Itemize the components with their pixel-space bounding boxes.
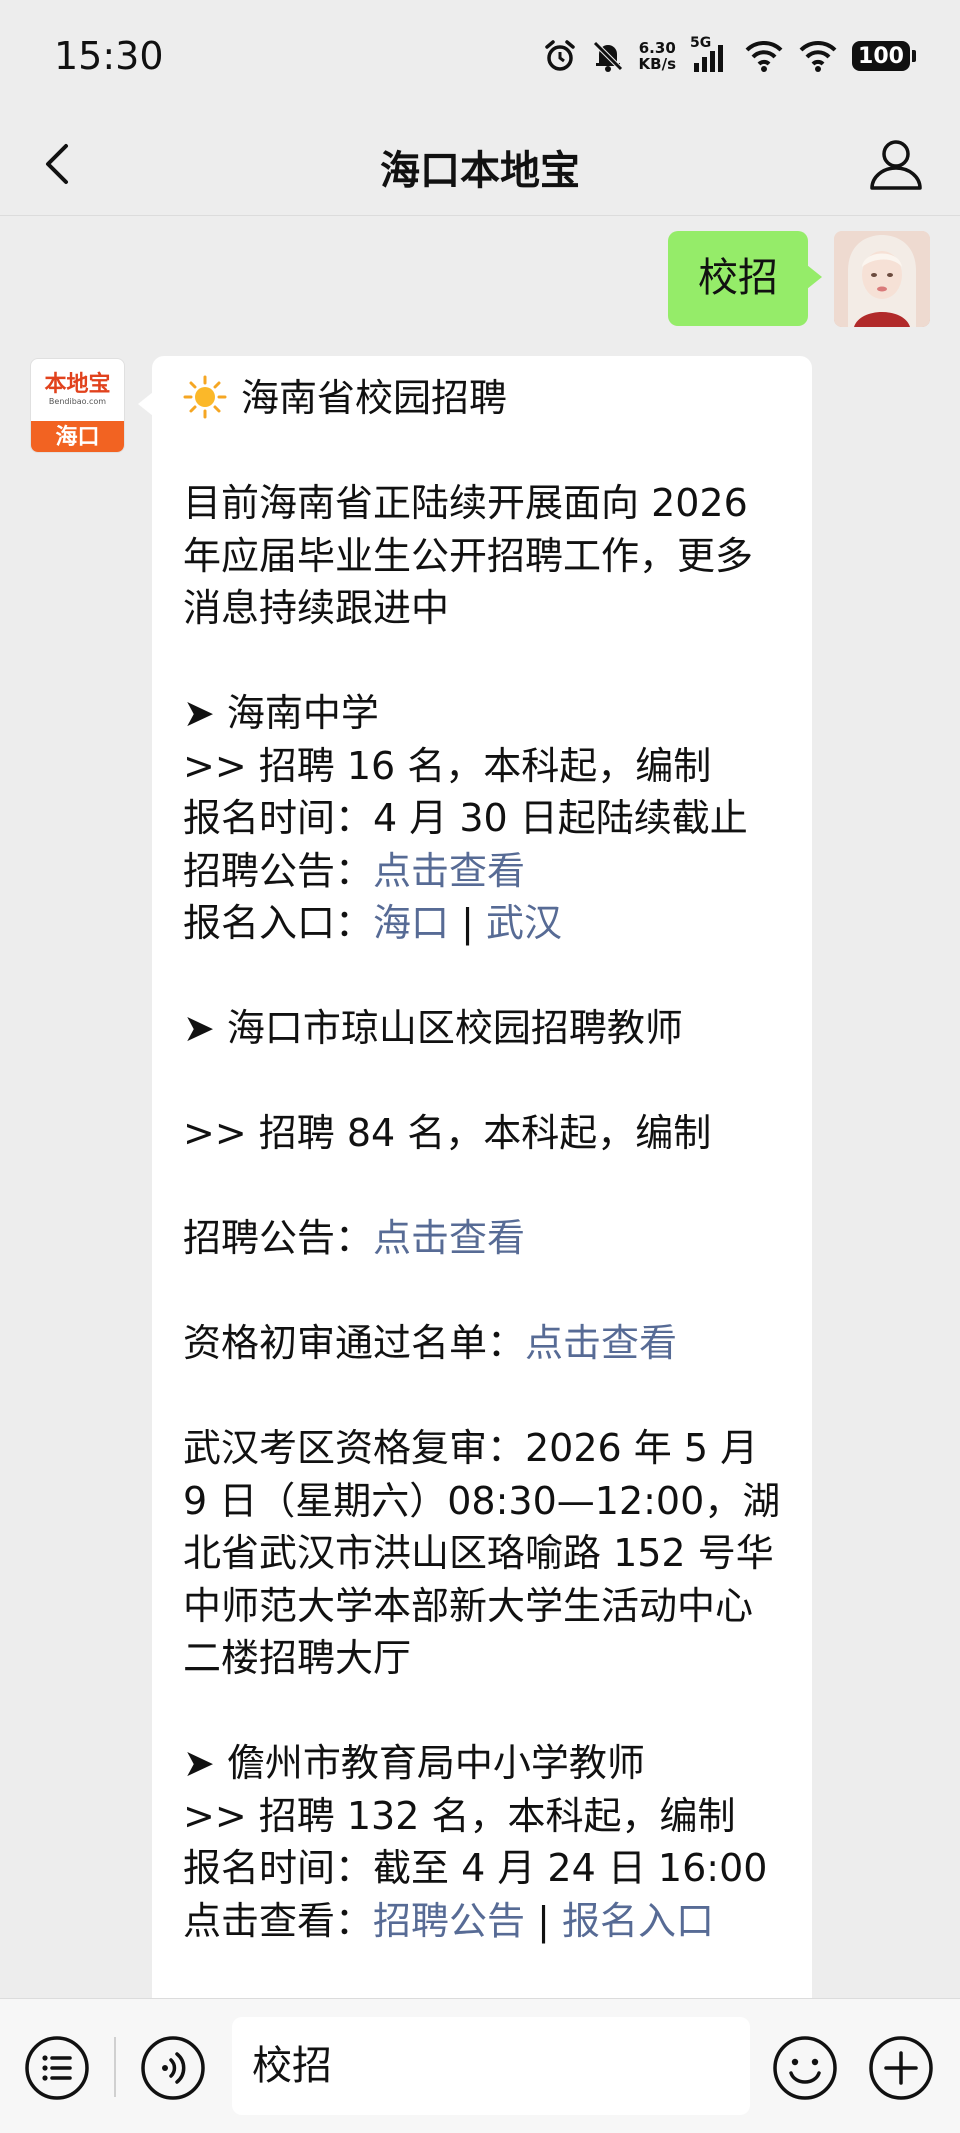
section1-title: ➤ 海南中学 [183,691,379,735]
section2-list-row: 资格初审通过名单：点击查看 [183,1317,782,1370]
alarm-icon [544,40,575,71]
bot-logo-sub: Bendibao.com [48,397,107,406]
signal-icon: 5G [690,35,730,73]
bot-avatar[interactable]: 本地宝 Bendibao.com 海口 [30,358,125,453]
section2-list-link[interactable]: 点击查看 [525,1321,677,1365]
wifi-icon [745,40,783,72]
section3-entry-link[interactable]: 报名入口 [562,1899,714,1943]
section1-entry-link-haikou[interactable]: 海口 [373,901,449,945]
section3-notice-link[interactable]: 招聘公告 [373,1899,525,1943]
status-time: 15:30 [54,34,164,78]
section3-title: ➤ 儋州市教育局中小学教师 [183,1741,645,1785]
net-speed-unit: KB/s [638,55,676,73]
received-message-bubble[interactable]: 海南省校园招聘 目前海南省正陆续开展面向 2026 年应届毕业生公开招聘工作，更… [138,356,812,1998]
sent-message-bubble[interactable]: 校招 [668,231,822,326]
bottom-divider [114,2037,116,2097]
reply-heading: 海南省校园招聘 [241,376,508,420]
section3-quota: >> 招聘 132 名，本科起，编制 [183,1793,736,1838]
mute-icon [592,41,623,72]
section1-deadline: 报名时间：4 月 30 日起陆续截止 [183,796,748,840]
section2-review: 武汉考区资格复审：2026 年 5 月 9 日（星期六）08:30—12:00，… [183,1426,781,1680]
wifi-icon [799,40,837,72]
sent-message-text: 校招 [698,255,778,301]
section1-entry-label: 报名入口： [183,901,374,945]
section2-quota: >> 招聘 84 名，本科起，编制 [183,1111,712,1155]
section1-separator: | [449,901,486,945]
profile-icon[interactable] [866,134,926,194]
section1-notice-row: 招聘公告：点击查看 [183,845,782,898]
section2-title: ➤ 海口市琼山区校园招聘教师 [183,1006,683,1050]
bottom-input-bar: 校招 [0,1998,960,2133]
message-input-value: 校招 [252,2043,332,2089]
section1-quota: >> 招聘 16 名，本科起，编制 [183,743,712,788]
section1-notice-link[interactable]: 点击查看 [373,849,525,893]
emoji-icon[interactable] [772,2035,838,2101]
net-speed: 6.30 KB/s [639,40,676,72]
user-avatar[interactable] [834,231,930,327]
section3-links-row: 点击查看：招聘公告 | 报名入口 [183,1895,782,1948]
reply-intro: 目前海南省正陆续开展面向 2026 年应届毕业生公开招聘工作，更多消息持续跟进中 [183,481,754,630]
status-icons: 6.30 KB/s 5G 100 [543,35,916,76]
section3-view-label: 点击查看： [183,1898,374,1943]
section1-notice-label: 招聘公告： [183,848,374,893]
bot-city-label: 海口 [31,421,124,452]
user-avatar-image [834,231,930,327]
battery-level: 100 [858,43,904,69]
sun-icon [183,375,227,419]
section2-notice-row: 招聘公告：点击查看 [183,1212,782,1265]
voice-icon[interactable] [140,2035,206,2101]
section3-deadline: 报名时间：截至 4 月 24 日 16:00 [183,1846,768,1890]
chat-area[interactable]: 校招 本地宝 Bendibao.com 海口 海南省校园招聘 目前海南省正陆续开… [0,216,960,1998]
chat-title: 海口本地宝 [380,148,580,194]
menu-list-icon[interactable] [24,2035,90,2101]
status-bar: 15:30 6.30 KB/s 5G 100 [0,0,960,112]
reply-heading-line: 海南省校园招聘 [183,372,782,425]
net-speed-value: 6.30 [638,39,676,57]
section3-separator: | [525,1898,562,1943]
section2-list-label: 资格初审通过名单： [183,1321,526,1365]
nav-bar: 海口本地宝 [0,112,960,216]
section2-notice-label: 招聘公告： [183,1216,374,1260]
section1-entry-link-wuhan[interactable]: 武汉 [486,901,562,945]
section1-entry-row: 报名入口：海口 | 武汉 [183,897,782,950]
plus-icon[interactable] [868,2035,934,2101]
section2-notice-link[interactable]: 点击查看 [373,1216,525,1260]
battery-icon: 100 [852,41,916,71]
bot-logo-text: 本地宝 [44,372,111,397]
message-input[interactable]: 校招 [232,2017,750,2115]
